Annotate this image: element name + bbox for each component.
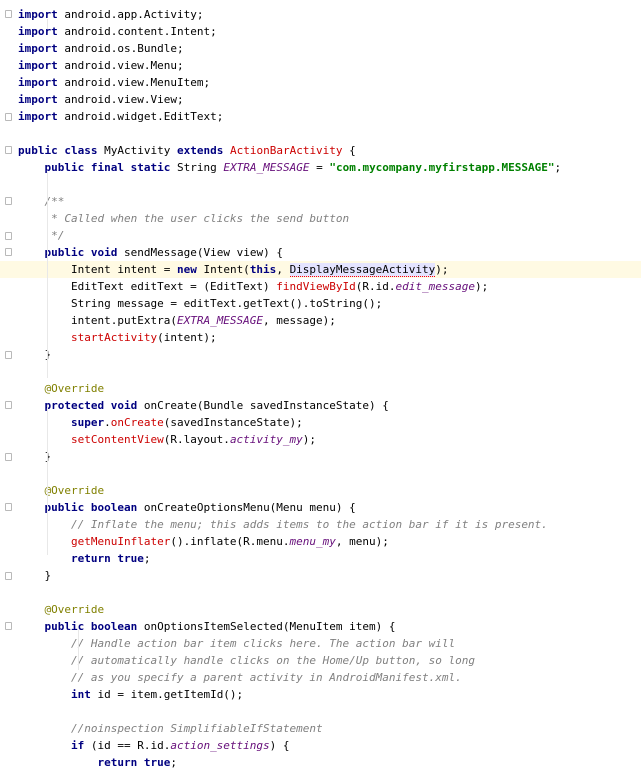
code-line[interactable]: [0, 584, 641, 601]
fold-toggle-icon[interactable]: [5, 197, 12, 205]
code-line[interactable]: }: [0, 346, 641, 363]
code-line-text: public void sendMessage(View view) {: [44, 246, 283, 259]
code-line-text: Intent intent = new Intent(this, Display…: [18, 263, 449, 277]
code-line-text: String message = editText.getText().toSt…: [18, 297, 383, 310]
code-line[interactable]: import android.view.Menu;: [0, 57, 641, 74]
code-line-text: public class MyActivity extends ActionBa…: [18, 144, 356, 157]
code-line[interactable]: * Called when the user clicks the send b…: [0, 210, 641, 227]
code-line[interactable]: getMenuInflater().inflate(R.menu.menu_my…: [0, 533, 641, 550]
code-line[interactable]: startActivity(intent);: [0, 329, 641, 346]
code-line[interactable]: // automatically handle clicks on the Ho…: [0, 652, 641, 669]
fold-end-marker[interactable]: [5, 572, 12, 580]
code-line-text: if (id == R.id.action_settings) {: [70, 739, 290, 752]
code-line[interactable]: public class MyActivity extends ActionBa…: [0, 142, 641, 159]
code-line-text: public boolean onOptionsItemSelected(Men…: [44, 620, 396, 633]
fold-toggle-icon[interactable]: [5, 248, 12, 256]
code-line-text: intent.putExtra(EXTRA_MESSAGE, message);: [18, 314, 336, 327]
code-line[interactable]: [0, 363, 641, 380]
code-line[interactable]: import android.view.MenuItem;: [0, 74, 641, 91]
code-line-text: public boolean onCreateOptionsMenu(Menu …: [44, 501, 356, 514]
code-line-text: @Override: [44, 382, 105, 395]
code-line-text: super.onCreate(savedInstanceState);: [70, 416, 303, 429]
code-line[interactable]: @Override: [0, 482, 641, 499]
code-line[interactable]: // as you specify a parent activity in A…: [0, 669, 641, 686]
code-line[interactable]: //noinspection SimplifiableIfStatement: [0, 720, 641, 737]
code-line[interactable]: }: [0, 448, 641, 465]
code-line[interactable]: import android.content.Intent;: [0, 23, 641, 40]
code-line-text: import android.widget.EditText;: [18, 110, 224, 123]
code-line-text: EditText editText = (EditText) findViewB…: [18, 280, 489, 293]
code-line[interactable]: import android.widget.EditText;: [0, 108, 641, 125]
code-line-text: int id = item.getItemId();: [70, 688, 244, 701]
code-line[interactable]: public boolean onOptionsItemSelected(Men…: [0, 618, 641, 635]
code-line-text: // as you specify a parent activity in A…: [18, 671, 462, 684]
code-line[interactable]: [0, 125, 641, 142]
code-line[interactable]: EditText editText = (EditText) findViewB…: [0, 278, 641, 295]
code-line[interactable]: // Inflate the menu; this adds items to …: [0, 516, 641, 533]
code-line-text: import android.view.View;: [18, 93, 184, 106]
code-line[interactable]: intent.putExtra(EXTRA_MESSAGE, message);: [0, 312, 641, 329]
code-line[interactable]: public boolean onCreateOptionsMenu(Menu …: [0, 499, 641, 516]
fold-end-marker[interactable]: [5, 232, 12, 240]
code-line-text: // Handle action bar item clicks here. T…: [18, 637, 456, 650]
code-line[interactable]: [0, 176, 641, 193]
fold-end-marker[interactable]: [5, 113, 12, 121]
code-line-text: public final static String EXTRA_MESSAGE…: [44, 161, 562, 174]
code-line[interactable]: setContentView(R.layout.activity_my);: [0, 431, 641, 448]
code-line[interactable]: int id = item.getItemId();: [0, 686, 641, 703]
code-line[interactable]: [0, 465, 641, 482]
fold-toggle-icon[interactable]: [5, 146, 12, 154]
indent-guide: [47, 405, 48, 555]
code-line-text: import android.view.Menu;: [18, 59, 184, 72]
code-line[interactable]: // Handle action bar item clicks here. T…: [0, 635, 641, 652]
code-line[interactable]: return true;: [0, 754, 641, 771]
fold-end-marker[interactable]: [5, 351, 12, 359]
code-line[interactable]: import android.os.Bundle;: [0, 40, 641, 57]
code-line-text: protected void onCreate(Bundle savedInst…: [44, 399, 389, 412]
code-line-text: /**: [18, 195, 65, 208]
fold-toggle-icon[interactable]: [5, 503, 12, 511]
code-line-text: return true;: [97, 756, 177, 769]
code-line[interactable]: Intent intent = new Intent(this, Display…: [0, 261, 641, 278]
fold-toggle-icon[interactable]: [5, 622, 12, 630]
code-editor[interactable]: import android.app.Activity; import andro…: [0, 0, 641, 774]
code-line[interactable]: }: [0, 567, 641, 584]
code-line-text: // automatically handle clicks on the Ho…: [18, 654, 475, 667]
code-line[interactable]: import android.app.Activity;: [0, 6, 641, 23]
code-line[interactable]: [0, 703, 641, 720]
code-line[interactable]: if (id == R.id.action_settings) {: [0, 737, 641, 754]
code-line-text: //noinspection SimplifiableIfStatement: [18, 722, 323, 735]
fold-toggle-icon[interactable]: [5, 401, 12, 409]
code-line-text: return true;: [70, 552, 151, 565]
code-line[interactable]: import android.view.View;: [0, 91, 641, 108]
code-line[interactable]: public void sendMessage(View view) {: [0, 244, 641, 261]
code-line[interactable]: String message = editText.getText().toSt…: [0, 295, 641, 312]
code-line-text: * Called when the user clicks the send b…: [18, 212, 350, 225]
indent-guide: [78, 630, 79, 670]
code-line[interactable]: */: [0, 227, 641, 244]
code-line[interactable]: public final static String EXTRA_MESSAGE…: [0, 159, 641, 176]
code-line[interactable]: super.onCreate(savedInstanceState);: [0, 414, 641, 431]
code-line-text: getMenuInflater().inflate(R.menu.menu_my…: [70, 535, 389, 548]
code-line-text: @Override: [44, 603, 105, 616]
code-line-text: import android.os.Bundle;: [18, 42, 184, 55]
code-line[interactable]: @Override: [0, 380, 641, 397]
indent-guide: [47, 19, 48, 29]
fold-toggle-icon[interactable]: [5, 10, 12, 18]
fold-end-marker[interactable]: [5, 453, 12, 461]
code-line-text: // Inflate the menu; this adds items to …: [18, 518, 548, 531]
code-line[interactable]: /**: [0, 193, 641, 210]
code-line-text: */: [18, 229, 65, 242]
code-line-text: setContentView(R.layout.activity_my);: [70, 433, 317, 446]
code-line[interactable]: @Override: [0, 601, 641, 618]
code-line-text: import android.app.Activity;: [18, 8, 204, 21]
code-line[interactable]: protected void onCreate(Bundle savedInst…: [0, 397, 641, 414]
code-line-text: import android.view.MenuItem;: [18, 76, 211, 89]
code-line[interactable]: return true;: [0, 550, 641, 567]
indent-guide: [47, 278, 48, 378]
code-line-text: @Override: [44, 484, 105, 497]
code-line-text: }: [18, 569, 52, 582]
